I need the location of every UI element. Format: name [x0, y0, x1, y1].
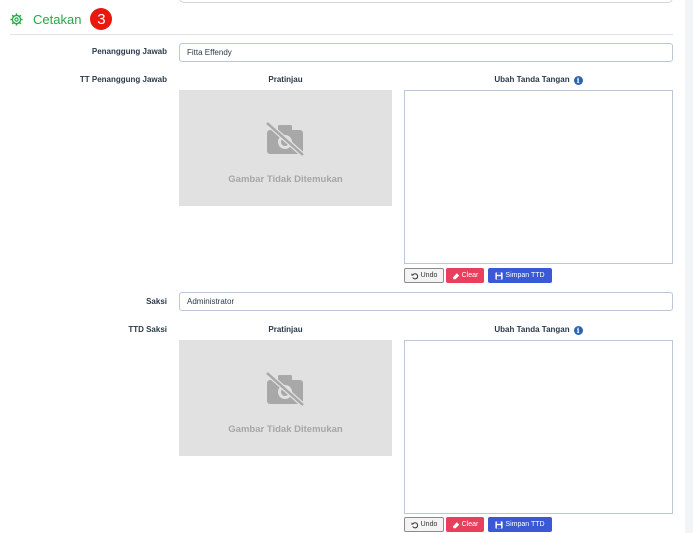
- preview-heading: Pratinjau: [268, 325, 303, 334]
- undo-label: Undo: [420, 272, 438, 279]
- signature-preview: Gambar Tidak Ditemukan: [179, 340, 392, 456]
- info-icon[interactable]: i: [573, 326, 583, 335]
- witness-input[interactable]: Administrator: [179, 292, 673, 311]
- clear-label: Clear: [461, 521, 479, 528]
- undo-icon: [411, 272, 418, 279]
- previous-field[interactable]: [179, 0, 673, 3]
- change-signature-heading: Ubah Tanda Tangan i: [404, 325, 673, 335]
- responsible-input[interactable]: Fitta Effendy: [179, 43, 673, 62]
- step-badge: 3: [90, 8, 113, 30]
- eraser-icon: [452, 521, 459, 528]
- floppy-icon: [495, 520, 504, 529]
- camera-slash-icon: [265, 121, 305, 157]
- clear-button[interactable]: Clear: [446, 517, 484, 532]
- signature-preview: Gambar Tidak Ditemukan: [179, 90, 392, 206]
- info-icon[interactable]: i: [573, 76, 583, 85]
- floppy-icon: [495, 271, 504, 280]
- signature-pad[interactable]: [404, 340, 673, 514]
- save-signature-label: Simpan TTD: [505, 272, 545, 279]
- save-signature-button[interactable]: Simpan TTD: [488, 517, 552, 532]
- section-header: Cetakan 3: [10, 8, 113, 30]
- clear-button[interactable]: Clear: [446, 268, 484, 283]
- save-signature-label: Simpan TTD: [505, 521, 545, 528]
- image-not-found-text: Gambar Tidak Ditemukan: [228, 174, 343, 185]
- preview-heading: Pratinjau: [268, 75, 303, 84]
- change-signature-label: Ubah Tanda Tangan: [494, 75, 570, 84]
- section-title: Cetakan: [33, 11, 82, 27]
- witness-signature-label: TTD Saksi: [128, 325, 167, 334]
- undo-icon: [411, 521, 418, 528]
- image-not-found-text: Gambar Tidak Ditemukan: [228, 424, 343, 435]
- undo-button[interactable]: Undo: [404, 268, 444, 283]
- undo-label: Undo: [420, 521, 438, 528]
- change-signature-label: Ubah Tanda Tangan: [494, 325, 570, 334]
- signature-pad[interactable]: [404, 90, 673, 264]
- change-signature-heading: Ubah Tanda Tangan i: [404, 75, 673, 85]
- gear-icon: [10, 12, 23, 26]
- camera-slash-icon: [265, 371, 305, 407]
- section-divider: [10, 34, 673, 35]
- save-signature-button[interactable]: Simpan TTD: [488, 268, 552, 283]
- witness-label: Saksi: [146, 297, 167, 306]
- responsible-label: Penanggung Jawab: [91, 47, 167, 56]
- undo-button[interactable]: Undo: [404, 517, 444, 532]
- scrollbar[interactable]: [685, 0, 693, 533]
- clear-label: Clear: [461, 272, 479, 279]
- responsible-signature-label: TT Penanggung Jawab: [79, 75, 167, 84]
- eraser-icon: [452, 272, 459, 279]
